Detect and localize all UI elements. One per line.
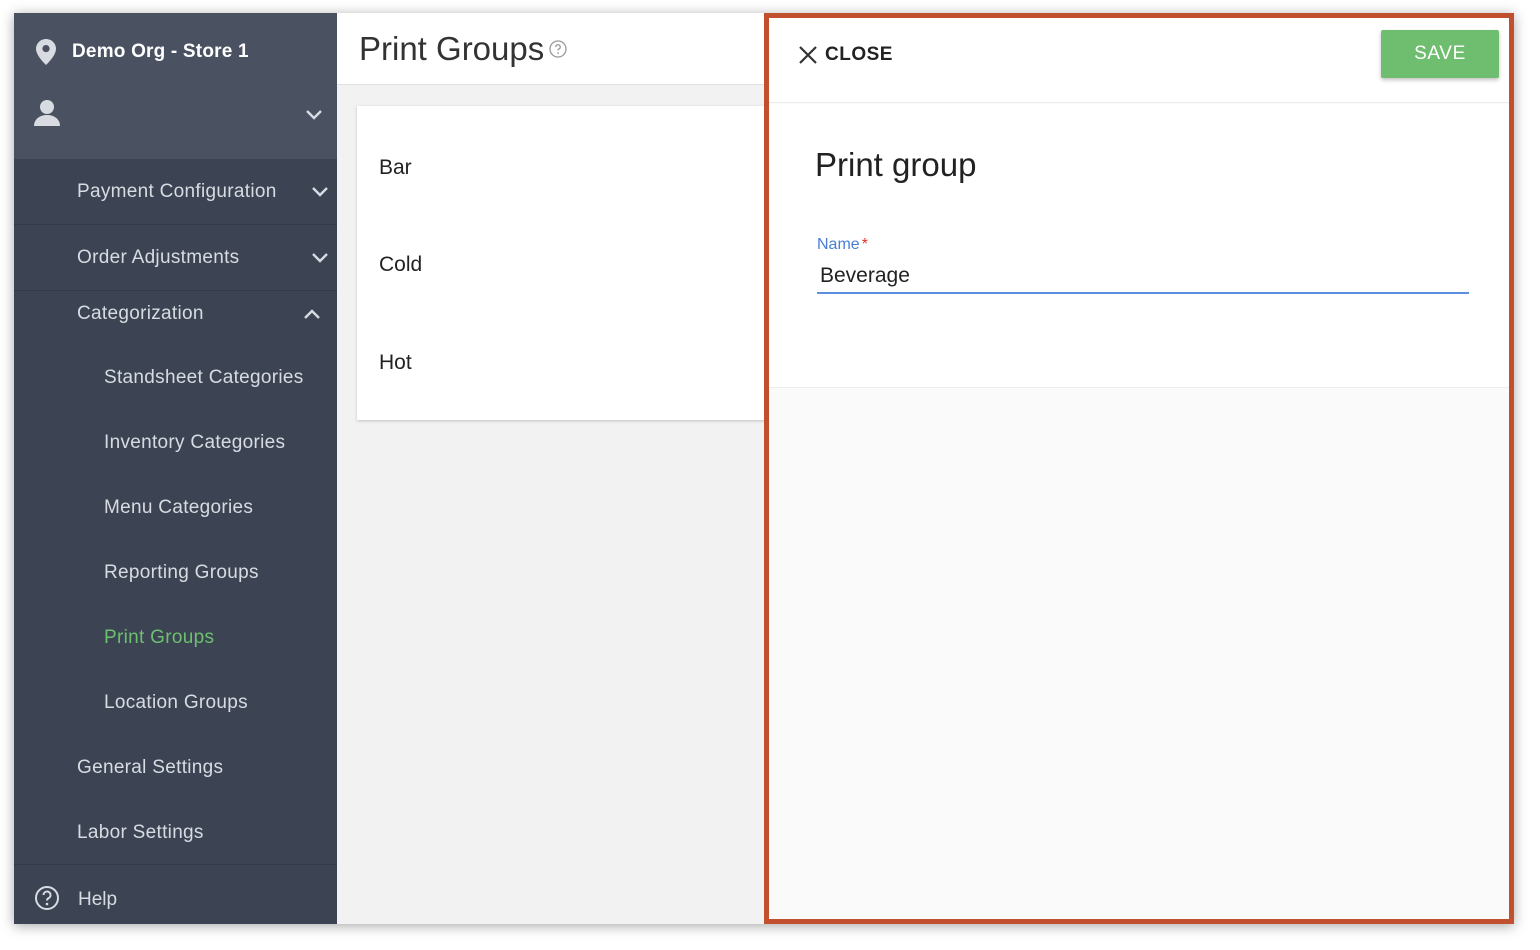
save-button[interactable]: SAVE bbox=[1381, 30, 1499, 78]
nav-label: Location Groups bbox=[104, 692, 248, 713]
nav-label: Labor Settings bbox=[77, 822, 204, 843]
sidebar: Demo Org - Store 1 Payment Configuration… bbox=[14, 13, 337, 924]
sidebar-item-reporting-groups[interactable]: Reporting Groups bbox=[14, 540, 337, 606]
close-button[interactable]: CLOSE bbox=[797, 44, 893, 66]
page-title: Print Groups bbox=[359, 30, 545, 67]
sidebar-item-print-groups[interactable]: Print Groups bbox=[14, 605, 337, 671]
sidebar-item-location-groups[interactable]: Location Groups bbox=[14, 670, 337, 736]
nav-label: Order Adjustments bbox=[77, 246, 240, 268]
close-label: CLOSE bbox=[825, 44, 893, 65]
required-marker: * bbox=[861, 236, 868, 253]
help-label: Help bbox=[78, 889, 118, 910]
chevron-down-icon bbox=[312, 186, 328, 197]
list-item[interactable]: Bar bbox=[379, 156, 412, 180]
print-group-form: Print group Name * bbox=[769, 104, 1509, 388]
print-group-list: Bar Cold Hot bbox=[357, 106, 777, 420]
nav-label: Print Groups bbox=[104, 627, 215, 648]
chevron-down-icon bbox=[312, 252, 328, 263]
sidebar-item-standsheet-categories[interactable]: Standsheet Categories bbox=[14, 345, 337, 411]
name-label-text: Name bbox=[817, 236, 860, 253]
chevron-down-icon[interactable] bbox=[304, 107, 324, 123]
help-circle-icon bbox=[35, 886, 59, 910]
panel-toolbar: CLOSE SAVE bbox=[769, 18, 1509, 103]
nav-label: Standsheet Categories bbox=[104, 367, 304, 388]
sidebar-item-inventory-categories[interactable]: Inventory Categories bbox=[14, 410, 337, 476]
help-icon[interactable] bbox=[549, 40, 567, 58]
nav-label: Categorization bbox=[77, 303, 204, 324]
app-window: Demo Org - Store 1 Payment Configuration… bbox=[14, 13, 1514, 924]
store-name: Demo Org - Store 1 bbox=[72, 41, 249, 62]
sidebar-item-general-settings[interactable]: General Settings bbox=[14, 735, 337, 801]
sidebar-item-help[interactable]: Help bbox=[14, 864, 337, 924]
name-field-label: Name * bbox=[817, 236, 868, 254]
list-item[interactable]: Cold bbox=[379, 253, 422, 277]
edit-panel: CLOSE SAVE Print group Name * bbox=[764, 13, 1514, 924]
nav-label: Inventory Categories bbox=[104, 432, 286, 453]
chevron-up-icon bbox=[304, 309, 320, 319]
name-field[interactable] bbox=[817, 260, 1469, 294]
sidebar-item-labor-settings[interactable]: Labor Settings bbox=[14, 800, 337, 866]
nav-label: Reporting Groups bbox=[104, 562, 259, 583]
nav-label: Payment Configuration bbox=[77, 180, 277, 202]
page-header: Print Groups bbox=[337, 13, 767, 85]
user-menu[interactable] bbox=[34, 99, 324, 135]
main-content: Print Groups Bar Cold Hot bbox=[337, 13, 777, 924]
nav-item-payment-configuration[interactable]: Payment Configuration bbox=[14, 159, 337, 225]
nav-item-categorization[interactable]: Categorization bbox=[14, 281, 337, 347]
list-item[interactable]: Hot bbox=[379, 351, 412, 375]
nav-label: General Settings bbox=[77, 757, 224, 778]
store-selector[interactable]: Demo Org - Store 1 bbox=[36, 39, 249, 65]
close-icon bbox=[799, 46, 817, 64]
nav-label: Menu Categories bbox=[104, 497, 254, 518]
sidebar-header: Demo Org - Store 1 bbox=[14, 13, 337, 159]
location-pin-icon bbox=[36, 39, 56, 65]
sidebar-item-menu-categories[interactable]: Menu Categories bbox=[14, 475, 337, 541]
form-title: Print group bbox=[815, 146, 977, 183]
user-icon bbox=[34, 100, 60, 126]
